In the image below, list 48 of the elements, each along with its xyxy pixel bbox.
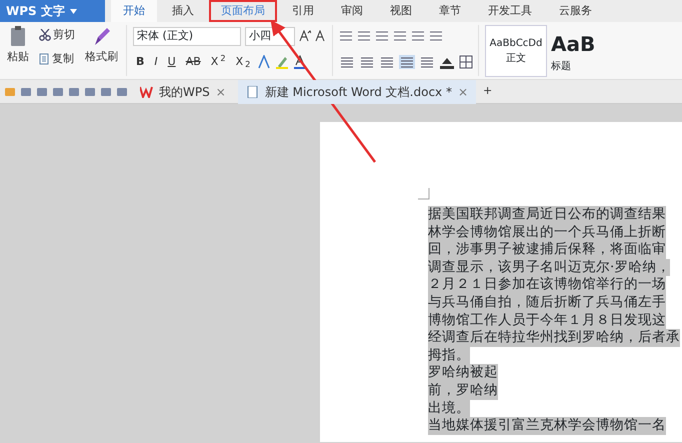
copy-button[interactable]: 复制 [36, 49, 78, 69]
caret-icon [70, 8, 77, 14]
ribbon-tab[interactable]: 视图 [378, 0, 424, 22]
wps-logo-icon [140, 86, 153, 98]
app-menu-button[interactable]: WPS 文字 [0, 0, 105, 22]
ribbon-tab[interactable]: 审阅 [329, 0, 375, 22]
grow-font-icon[interactable] [299, 30, 311, 42]
style-preset[interactable]: AaB 标题 [551, 25, 599, 77]
tab-title: 我的WPS [159, 84, 210, 100]
new-tab-button[interactable]: + [480, 82, 496, 102]
text-effect-icon[interactable] [257, 55, 272, 69]
align-icon[interactable] [339, 55, 355, 69]
document-tab[interactable]: 新建 Microsoft Word 文档.docx * × [238, 80, 476, 104]
format-button[interactable]: B [133, 52, 148, 72]
align-icon[interactable] [399, 55, 415, 69]
font-name-field[interactable]: 宋体 (正文) [133, 26, 241, 46]
clipboard-icon[interactable] [9, 25, 27, 47]
style-preset[interactable]: AaBbCcDd 正文 [485, 25, 547, 77]
align-icon[interactable] [359, 55, 375, 69]
format-button[interactable]: X$_{2}$ [232, 52, 254, 72]
ribbon-tab[interactable]: 章节 [427, 0, 473, 22]
ribbon-tab[interactable]: 云服务 [547, 0, 604, 22]
format-button[interactable]: AB [182, 52, 204, 72]
close-icon[interactable]: × [216, 82, 226, 100]
document-icon [246, 86, 259, 98]
format-button[interactable]: X$^{2}$ [208, 52, 229, 72]
cut-button[interactable]: 剪切 [36, 25, 78, 45]
format-button[interactable]: U [164, 52, 179, 72]
ribbon-tab[interactable]: 插入 [160, 0, 206, 22]
document-icon [39, 53, 50, 65]
tab-title: 新建 Microsoft Word 文档.docx * [264, 84, 452, 100]
shrink-font-icon[interactable] [315, 30, 327, 42]
border-icon[interactable] [459, 55, 473, 69]
paste-button[interactable]: 粘贴 [4, 47, 32, 67]
ribbon-tab[interactable]: 引用 [280, 0, 326, 22]
crop-mark-icon [418, 188, 430, 200]
font-color-icon[interactable] [293, 55, 308, 69]
close-icon[interactable]: × [458, 82, 468, 100]
document-tab[interactable]: 我的WPS × [132, 80, 234, 104]
align-icon[interactable] [379, 55, 395, 69]
ribbon-tab[interactable]: 页面布局 [209, 0, 277, 22]
scissors-icon [39, 29, 51, 41]
brush-icon[interactable] [92, 25, 110, 47]
ribbon-tab[interactable]: 开始 [111, 0, 157, 22]
ribbon-tab[interactable]: 开发工具 [476, 0, 544, 22]
align-icon[interactable] [419, 55, 435, 69]
format-button[interactable]: I [151, 52, 161, 72]
format-painter-button[interactable]: 格式刷 [82, 47, 121, 67]
